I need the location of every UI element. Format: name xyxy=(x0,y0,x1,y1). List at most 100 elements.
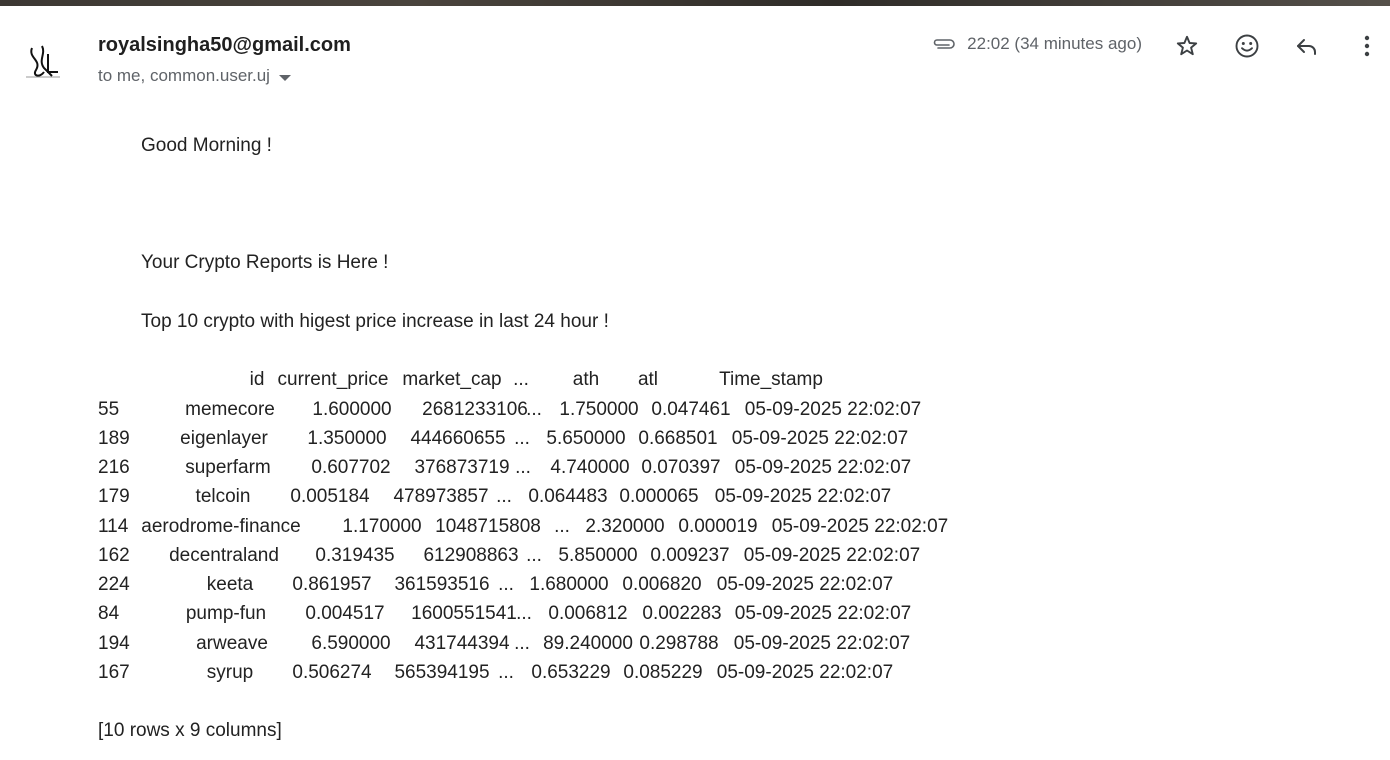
table-header-cell: current_price xyxy=(277,369,389,390)
table-header-cell: ath xyxy=(572,369,600,390)
table-cell: 1.350000 xyxy=(307,428,387,449)
table-cell: 612908863 xyxy=(423,545,519,566)
table-cell: 05-09-2025 22:02:07 xyxy=(716,574,894,595)
table-header-cell: ... xyxy=(513,369,529,390)
table-cell: pump-fun xyxy=(185,603,267,624)
table-cell: 05-09-2025 22:02:07 xyxy=(734,603,912,624)
table-cell: 1.680000 xyxy=(529,574,609,595)
table-cell: ... xyxy=(514,633,530,654)
table-cell: 2.320000 xyxy=(585,516,665,537)
table-cell: 478973857 xyxy=(393,486,489,507)
table-cell: 0.004517 xyxy=(305,603,385,624)
table-cell: ... xyxy=(515,457,531,478)
emoji-reaction-button[interactable] xyxy=(1231,30,1263,62)
table-cell: 0.000065 xyxy=(619,486,699,507)
table-cell: aerodrome-finance xyxy=(141,516,301,537)
sender-email[interactable]: royalsingha50@gmail.com xyxy=(98,34,351,57)
row-index-cell: 179 xyxy=(98,486,130,507)
table-header-cell: market_cap xyxy=(402,369,502,390)
table-cell: 05-09-2025 22:02:07 xyxy=(733,633,911,654)
table-cell: 444660655 xyxy=(410,428,506,449)
table-cell: 5.850000 xyxy=(558,545,638,566)
table-cell: 05-09-2025 22:02:07 xyxy=(734,457,912,478)
subtitle-text: Top 10 crypto with higest price increase… xyxy=(141,311,609,332)
table-cell: ... xyxy=(526,399,542,420)
table-cell: 89.240000 xyxy=(543,633,633,654)
table-footer-text: [10 rows x 9 columns] xyxy=(98,720,282,741)
table-cell: 0.085229 xyxy=(623,662,703,683)
caret-down-icon[interactable] xyxy=(278,74,291,81)
table-cell: keeta xyxy=(206,574,254,595)
row-index-cell: 216 xyxy=(98,457,130,478)
table-cell: 1600551541 xyxy=(411,603,517,624)
table-cell: 0.006812 xyxy=(548,603,628,624)
row-index-cell: 84 xyxy=(98,603,120,624)
table-cell: ... xyxy=(554,516,570,537)
table-cell: 0.000019 xyxy=(678,516,758,537)
more-vert-icon xyxy=(1364,35,1370,57)
table-cell: 2681233106 xyxy=(422,399,528,420)
recipients-line[interactable]: to me, common.user.uj xyxy=(98,66,291,86)
table-cell: 0.668501 xyxy=(638,428,718,449)
star-icon xyxy=(1176,35,1198,56)
table-cell: ... xyxy=(498,574,514,595)
greeting-text: Good Morning ! xyxy=(141,135,272,156)
recipients-text: to me, common.user.uj xyxy=(98,66,270,85)
table-cell: 376873719 xyxy=(414,457,510,478)
table-cell: 1.170000 xyxy=(342,516,422,537)
table-cell: 0.064483 xyxy=(528,486,608,507)
intro-text: Your Crypto Reports is Here ! xyxy=(141,252,389,273)
table-cell: ... xyxy=(496,486,512,507)
table-header-cell: atl xyxy=(637,369,659,390)
table-cell: syrup xyxy=(206,662,254,683)
reply-icon xyxy=(1297,39,1316,55)
table-cell: eigenlayer xyxy=(180,428,268,449)
table-cell: 05-09-2025 22:02:07 xyxy=(716,662,894,683)
table-cell: arweave xyxy=(196,633,268,654)
row-index-cell: 167 xyxy=(98,662,130,683)
table-cell: 05-09-2025 22:02:07 xyxy=(744,399,922,420)
table-cell: 05-09-2025 22:02:07 xyxy=(714,486,892,507)
table-cell: superfarm xyxy=(185,457,271,478)
table-cell: 05-09-2025 22:02:07 xyxy=(731,428,909,449)
window-top-bar xyxy=(0,0,1390,6)
emoji-icon xyxy=(1235,34,1259,58)
table-cell: 0.070397 xyxy=(641,457,721,478)
table-cell: 05-09-2025 22:02:07 xyxy=(771,516,949,537)
table-header-cell: id xyxy=(249,369,265,390)
avatar-logo[interactable] xyxy=(22,40,64,84)
row-index-cell: 114 xyxy=(98,516,129,537)
table-cell: 0.607702 xyxy=(311,457,391,478)
star-button[interactable] xyxy=(1171,30,1203,62)
table-cell: 0.861957 xyxy=(292,574,372,595)
table-cell: 0.047461 xyxy=(651,399,731,420)
table-cell: 1.600000 xyxy=(312,399,392,420)
row-index-cell: 55 xyxy=(98,399,120,420)
table-cell: 361593516 xyxy=(394,574,490,595)
table-cell: memecore xyxy=(185,399,275,420)
table-cell: 0.298788 xyxy=(639,633,719,654)
table-cell: 0.319435 xyxy=(315,545,395,566)
row-index-cell: 194 xyxy=(98,633,130,654)
table-cell: decentraland xyxy=(169,545,279,566)
table-cell: 05-09-2025 22:02:07 xyxy=(743,545,921,566)
table-cell: 0.005184 xyxy=(290,486,370,507)
table-header-cell: Time_stamp xyxy=(719,369,823,390)
table-cell: ... xyxy=(516,603,532,624)
reply-button[interactable] xyxy=(1291,30,1323,62)
row-index-cell: 224 xyxy=(98,574,130,595)
table-cell: 0.002283 xyxy=(642,603,722,624)
table-cell: 1048715808 xyxy=(435,516,541,537)
table-cell: telcoin xyxy=(195,486,251,507)
more-options-button[interactable] xyxy=(1351,30,1383,62)
attachment-icon xyxy=(933,39,955,49)
table-cell: 4.740000 xyxy=(550,457,630,478)
table-cell: 431744394 xyxy=(414,633,510,654)
table-cell: 1.750000 xyxy=(559,399,639,420)
table-cell: ... xyxy=(526,545,542,566)
table-cell: ... xyxy=(498,662,514,683)
email-time: 22:02 (34 minutes ago) xyxy=(967,34,1142,53)
row-index-cell: 189 xyxy=(98,428,130,449)
table-cell: 0.506274 xyxy=(292,662,372,683)
table-cell: 0.653229 xyxy=(531,662,611,683)
